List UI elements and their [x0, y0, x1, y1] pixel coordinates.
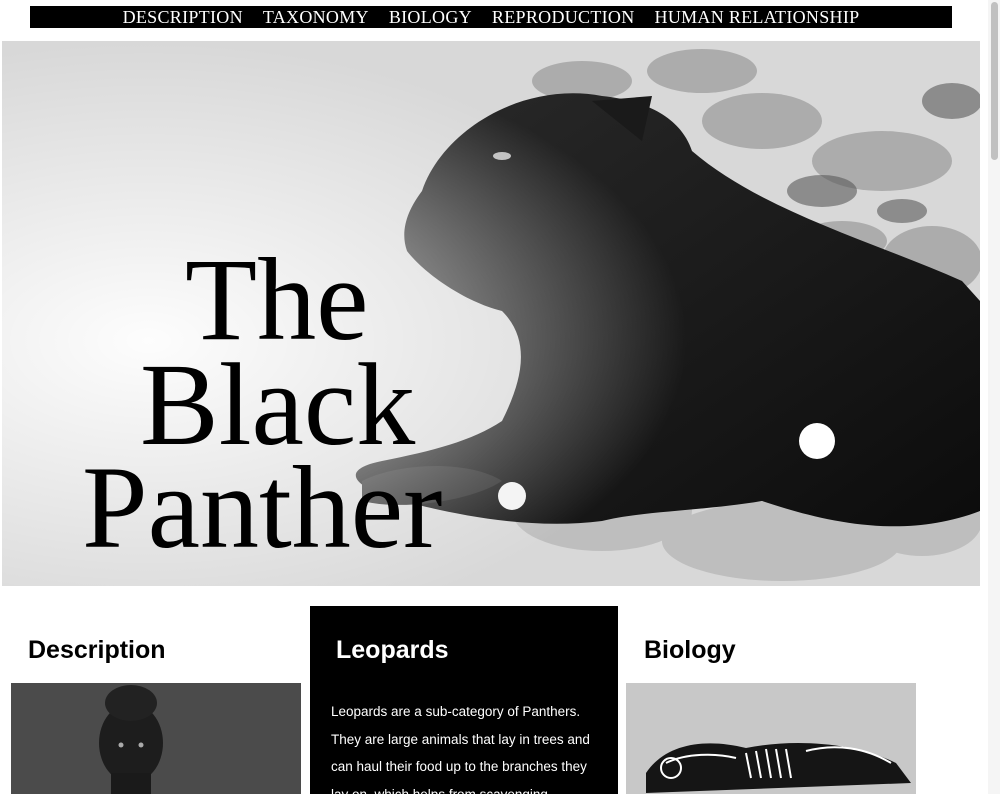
scrollbar[interactable]: [988, 0, 1000, 794]
nav-link-human-relationship[interactable]: HUMAN RELATIONSHIP: [655, 7, 860, 28]
hero-banner: The Black Panther: [2, 41, 980, 586]
description-panther-image: [11, 683, 301, 794]
biology-card: Biology: [618, 606, 926, 794]
scrollbar-thumb[interactable]: [991, 2, 998, 160]
biology-heading: Biology: [644, 636, 736, 664]
nav-link-taxonomy[interactable]: TAXONOMY: [263, 7, 369, 28]
top-navigation: DESCRIPTION TAXONOMY BIOLOGY REPRODUCTIO…: [30, 6, 952, 28]
leopards-card: Leopards Leopards are a sub-category of …: [310, 606, 618, 794]
leopards-text: Leopards are a sub-category of Panthers.…: [331, 704, 590, 794]
nav-link-biology[interactable]: BIOLOGY: [389, 7, 472, 28]
nav-link-description[interactable]: DESCRIPTION: [123, 7, 243, 28]
description-heading: Description: [28, 636, 166, 664]
biology-skeleton-image: [626, 683, 916, 794]
hero-title-line-3: Panther: [82, 442, 443, 573]
description-card: Description: [0, 606, 308, 794]
leopards-heading: Leopards: [336, 636, 449, 664]
nav-link-reproduction[interactable]: REPRODUCTION: [492, 7, 635, 28]
